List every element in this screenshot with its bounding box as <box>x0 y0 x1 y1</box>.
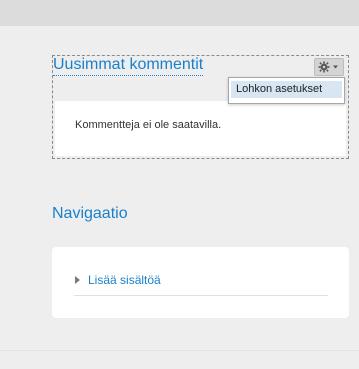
divider <box>0 350 359 351</box>
block-settings-dropdown: Lohkon asetukset <box>228 77 345 104</box>
gear-icon <box>318 61 340 73</box>
nav-item-label[interactable]: Lisää sisältöä <box>88 273 161 287</box>
navigation-block: Lisää sisältöä <box>52 247 349 318</box>
caret-right-icon <box>75 276 80 284</box>
block-settings-button[interactable] <box>314 58 344 76</box>
top-bar <box>0 0 359 26</box>
block-title-comments[interactable]: Uusimmat kommentit <box>53 55 204 76</box>
menu-item-block-settings[interactable]: Lohkon asetukset <box>231 81 342 98</box>
comments-block: Uusimmat kommentit Kommentteja ei ole sa… <box>52 55 349 159</box>
divider <box>74 295 328 296</box>
nav-item-add-content[interactable]: Lisää sisältöä <box>75 273 161 287</box>
block-title-navigation: Navigaatio <box>52 205 128 222</box>
empty-comments-message: Kommentteja ei ole saatavilla. <box>75 119 222 131</box>
comments-block-content: Kommentteja ei ole saatavilla. <box>55 101 346 156</box>
